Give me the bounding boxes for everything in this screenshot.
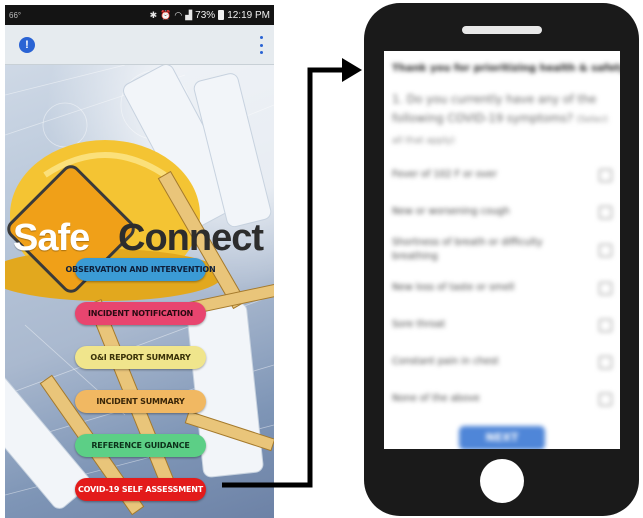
- symptom-label: New or worsening cough: [392, 206, 510, 217]
- next-button[interactable]: NEXT: [459, 426, 545, 449]
- battery-percent: 73%: [195, 9, 216, 21]
- phone-speaker: [462, 26, 542, 34]
- incident-summary-button[interactable]: INCIDENT SUMMARY: [75, 390, 206, 413]
- logo-text-safe: Safe: [13, 217, 90, 259]
- app-screenshot: 66° ✱ ⏰ ◠ ▟ 73% 12:19 PM ! Safe Connect …: [5, 5, 274, 518]
- observation-intervention-button[interactable]: OBSERVATION AND INTERVENTION: [66, 258, 216, 281]
- battery-icon: [218, 10, 225, 20]
- status-bar: 66° ✱ ⏰ ◠ ▟ 73% 12:19 PM: [5, 5, 274, 25]
- symptom-checkbox[interactable]: [599, 318, 612, 332]
- symptom-label: New loss of taste or smell: [392, 282, 515, 293]
- covid-self-assessment-button[interactable]: COVID-19 SELF ASSESSMENT: [75, 478, 206, 501]
- bluetooth-icon: ✱: [149, 9, 158, 20]
- info-icon[interactable]: !: [19, 37, 35, 53]
- symptom-label: Constant pain in chest: [392, 356, 499, 367]
- status-icons: ✱ ⏰ ◠ ▟ 73% 12:19 PM: [150, 10, 270, 21]
- survey-question: 1. Do you currently have any of the foll…: [392, 90, 612, 151]
- safeconnect-logo: Safe Connect: [5, 161, 274, 303]
- alarm-icon: ⏰: [160, 9, 172, 20]
- home-button[interactable]: [480, 459, 524, 503]
- symptom-checkbox[interactable]: [599, 281, 612, 295]
- arrowhead-icon: [342, 58, 362, 82]
- wifi-icon: ◠: [174, 9, 183, 20]
- symptom-label: Fever of 102 F or over: [392, 169, 497, 180]
- symptom-checkbox[interactable]: [599, 243, 612, 257]
- survey-heading: Thank you for prioritizing health & safe…: [392, 63, 620, 74]
- logo-text-connect: Connect: [118, 217, 264, 259]
- symptom-option[interactable]: New loss of taste or smell: [392, 275, 612, 301]
- incident-notification-button[interactable]: INCIDENT NOTIFICATION: [75, 302, 206, 325]
- signal-icon: ▟: [185, 9, 193, 20]
- symptom-option[interactable]: Sore throat: [392, 312, 612, 338]
- self-assessment-screen: Thank you for prioritizing health & safe…: [384, 51, 620, 449]
- symptom-option[interactable]: Fever of 102 F or over: [392, 162, 612, 188]
- reference-guidance-button[interactable]: REFERENCE GUIDANCE: [75, 434, 206, 457]
- symptom-option[interactable]: Constant pain in chest: [392, 349, 612, 375]
- symptom-checkbox[interactable]: [599, 392, 612, 406]
- phone-mockup: Thank you for prioritizing health & safe…: [364, 3, 639, 516]
- oi-report-summary-button[interactable]: O&I REPORT SUMMARY: [75, 346, 206, 369]
- app-bar: !: [5, 25, 274, 65]
- symptom-option[interactable]: None of the above: [392, 386, 612, 412]
- symptom-checkbox[interactable]: [599, 168, 612, 182]
- symptom-label: Sore throat: [392, 319, 446, 330]
- symptom-checkbox[interactable]: [599, 355, 612, 369]
- survey-question-text: 1. Do you currently have any of the foll…: [392, 92, 597, 125]
- covid-survey-form: Thank you for prioritizing health & safe…: [384, 51, 620, 449]
- symptom-option[interactable]: Shortness of breath or difficulty breath…: [392, 236, 612, 264]
- temperature-indicator: 66°: [9, 10, 22, 20]
- clock: 12:19 PM: [227, 9, 270, 21]
- symptom-label: None of the above: [392, 393, 480, 404]
- symptom-checkbox[interactable]: [599, 205, 612, 219]
- symptom-label: Shortness of breath or difficulty breath…: [392, 237, 543, 262]
- more-vert-icon[interactable]: [258, 36, 264, 54]
- symptom-option[interactable]: New or worsening cough: [392, 199, 612, 225]
